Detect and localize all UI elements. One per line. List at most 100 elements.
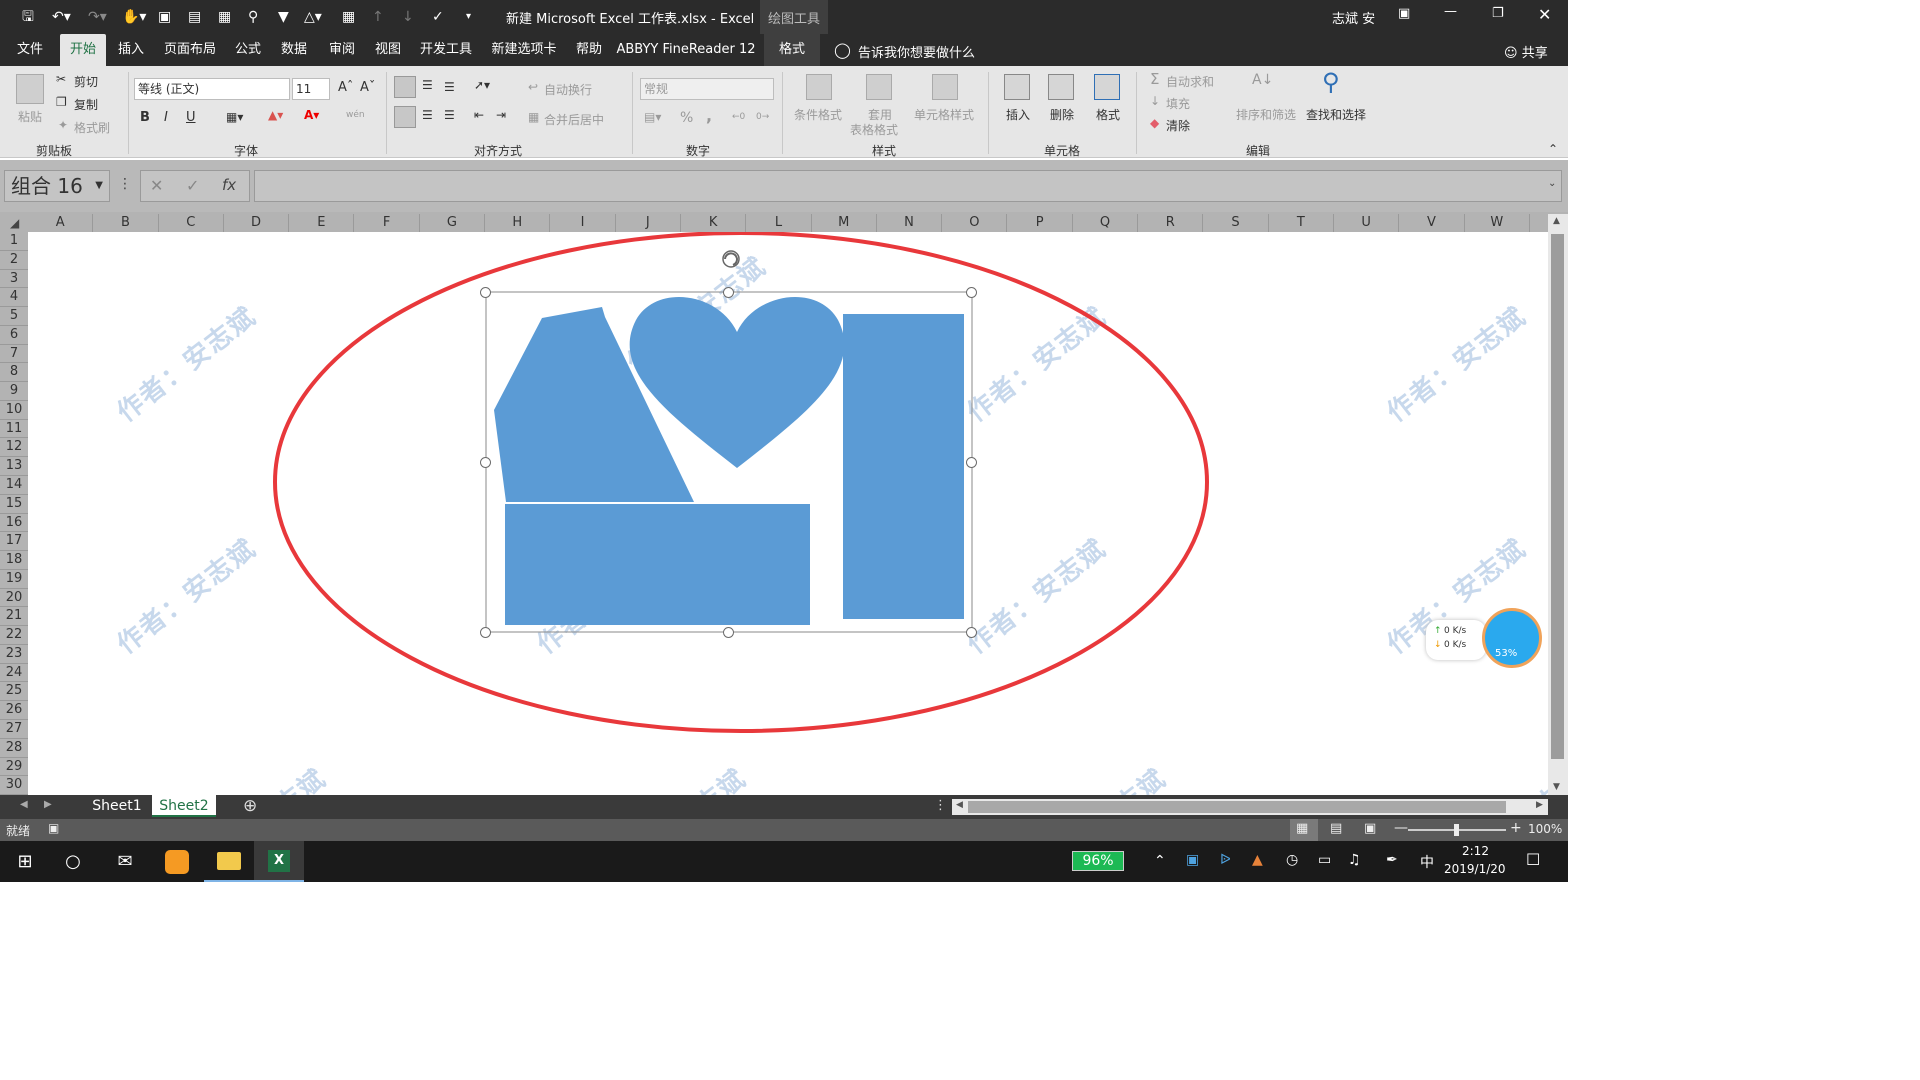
font-size-select[interactable]: 11 bbox=[292, 78, 330, 100]
insert-cells-button[interactable]: 插入 bbox=[1006, 106, 1030, 123]
row-header[interactable]: 10 bbox=[0, 401, 28, 420]
column-header[interactable]: O bbox=[942, 214, 1008, 232]
comma-button[interactable]: , bbox=[706, 106, 712, 125]
tab-abbyy[interactable]: ABBYY FineReader 12 bbox=[616, 34, 756, 66]
table-format-icon[interactable] bbox=[866, 74, 892, 100]
column-header[interactable]: W bbox=[1465, 214, 1530, 232]
column-header[interactable]: J bbox=[616, 214, 681, 232]
rotate-handle-icon[interactable] bbox=[724, 252, 738, 266]
increase-indent-icon[interactable]: ⇥ bbox=[496, 108, 506, 122]
row-header[interactable]: 2 bbox=[0, 251, 28, 270]
row-header[interactable]: 21 bbox=[0, 607, 28, 627]
user-name[interactable]: 志斌 安 bbox=[1332, 8, 1375, 27]
volume-icon[interactable]: ♫ bbox=[1348, 852, 1361, 868]
resize-handle[interactable] bbox=[480, 457, 491, 468]
row-header[interactable]: 12 bbox=[0, 438, 28, 458]
sort-desc-icon[interactable]: ↓ bbox=[402, 8, 414, 26]
camera-icon[interactable]: ▣ bbox=[158, 8, 171, 26]
find-select-icon[interactable]: ⚲ bbox=[1322, 68, 1340, 96]
cell-styles-button[interactable]: 单元格样式 bbox=[914, 106, 974, 123]
copy-icon[interactable]: ❐ bbox=[56, 95, 67, 109]
accelerator-ball-icon[interactable]: 53% bbox=[1482, 608, 1542, 668]
tab-developer[interactable]: 开发工具 bbox=[414, 34, 478, 66]
row-header[interactable]: 22 bbox=[0, 626, 28, 645]
autosum-button[interactable]: 自动求和 bbox=[1166, 73, 1214, 90]
orange-app-icon[interactable] bbox=[152, 841, 202, 882]
horizontal-scrollbar[interactable]: ◀ ▶ bbox=[952, 799, 1548, 815]
chevron-down-icon[interactable]: ▼ bbox=[95, 171, 103, 201]
zoom-level[interactable]: 100% bbox=[1528, 822, 1562, 836]
column-header[interactable]: K bbox=[681, 214, 747, 232]
normal-view-icon[interactable]: ▦ bbox=[1296, 821, 1308, 836]
tab-home[interactable]: 开始 bbox=[60, 34, 106, 66]
filter-icon[interactable]: ▼ bbox=[278, 8, 289, 26]
delete-cells-button[interactable]: 删除 bbox=[1050, 106, 1074, 123]
collapse-ribbon-icon[interactable]: ⌃ bbox=[1548, 142, 1558, 156]
wifi-icon[interactable]: ◷ bbox=[1286, 852, 1298, 868]
cell-styles-icon[interactable] bbox=[932, 74, 958, 100]
worksheet[interactable]: 作者：安志斌 作者：安志斌 作者：安志斌 作者：安志斌 作者：安志斌 作者：安志… bbox=[28, 232, 1568, 882]
format-cells-button[interactable]: 格式 bbox=[1096, 106, 1120, 123]
row-header[interactable]: 3 bbox=[0, 270, 28, 289]
resize-handle[interactable] bbox=[480, 287, 491, 298]
number-format-select[interactable]: 常规 bbox=[640, 78, 774, 100]
spellcheck-icon[interactable]: ✓ bbox=[432, 8, 444, 26]
column-header[interactable]: P bbox=[1008, 214, 1073, 232]
tab-file[interactable]: 文件 bbox=[8, 34, 52, 66]
row-header[interactable]: 17 bbox=[0, 532, 28, 552]
decrease-indent-icon[interactable]: ⇤ bbox=[474, 108, 484, 122]
column-header[interactable]: F bbox=[355, 214, 420, 232]
column-header[interactable]: S bbox=[1203, 214, 1269, 232]
row-header[interactable]: 25 bbox=[0, 682, 28, 702]
column-header[interactable]: B bbox=[93, 214, 159, 232]
cancel-icon[interactable]: ✕ bbox=[150, 176, 163, 195]
scroll-right-icon[interactable]: ▶ bbox=[1536, 800, 1543, 810]
clock-date[interactable]: 2019/1/20 bbox=[1444, 862, 1506, 876]
bluetooth-icon[interactable]: ᐉ bbox=[1220, 852, 1231, 868]
undo-icon[interactable]: ↶▾ bbox=[52, 8, 71, 26]
scroll-left-icon[interactable]: ◀ bbox=[956, 800, 963, 810]
border-icon[interactable]: ▦▾ bbox=[226, 110, 243, 124]
tab-formulas[interactable]: 公式 bbox=[228, 34, 268, 66]
select-all-icon[interactable]: ◢ bbox=[10, 216, 19, 230]
scroll-down-icon[interactable]: ▼ bbox=[1553, 782, 1560, 792]
insert-function-button[interactable]: fx bbox=[222, 176, 236, 194]
tray-shield-icon[interactable]: ▲ bbox=[1252, 852, 1263, 868]
name-box[interactable]: 组合 16 ▼ bbox=[4, 170, 110, 202]
macro-record-icon[interactable]: ▣ bbox=[48, 821, 59, 835]
row-header[interactable]: 13 bbox=[0, 457, 28, 476]
increase-decimal-icon[interactable]: ←0 bbox=[732, 112, 745, 122]
file-explorer-icon[interactable] bbox=[204, 841, 254, 882]
next-sheet-icon[interactable]: ▶ bbox=[44, 799, 52, 810]
h-scroll-thumb[interactable] bbox=[968, 801, 1506, 813]
row-header[interactable]: 20 bbox=[0, 589, 28, 608]
scroll-thumb[interactable] bbox=[1551, 234, 1564, 759]
resize-handle[interactable] bbox=[480, 627, 491, 638]
battery-percent[interactable]: 96% bbox=[1072, 851, 1124, 871]
tab-insert[interactable]: 插入 bbox=[110, 34, 152, 66]
wrap-text-icon[interactable]: ↩ bbox=[528, 80, 538, 94]
row-header[interactable]: 23 bbox=[0, 645, 28, 664]
clock-time[interactable]: 2:12 bbox=[1462, 844, 1489, 858]
underline-button[interactable]: U bbox=[186, 110, 196, 125]
sort-asc-icon[interactable]: ↑ bbox=[372, 8, 384, 26]
tab-new[interactable]: 新建选项卡 bbox=[486, 34, 562, 66]
row-header[interactable]: 6 bbox=[0, 326, 28, 345]
scroll-up-icon[interactable]: ▲ bbox=[1553, 216, 1560, 226]
orientation-icon[interactable]: ➚▾ bbox=[474, 78, 490, 92]
italic-button[interactable]: I bbox=[164, 110, 168, 125]
column-header[interactable]: V bbox=[1399, 214, 1465, 232]
row-header[interactable]: 14 bbox=[0, 476, 28, 495]
delete-cells-icon[interactable] bbox=[1048, 74, 1074, 100]
column-header[interactable]: C bbox=[159, 214, 224, 232]
row-header[interactable]: 5 bbox=[0, 307, 28, 326]
wrap-text-button[interactable]: 自动换行 bbox=[544, 81, 592, 98]
tray-app-icon[interactable]: ▣ bbox=[1186, 852, 1199, 868]
sheet-tab-sheet1[interactable]: Sheet1 bbox=[84, 795, 150, 817]
row-header[interactable]: 7 bbox=[0, 345, 28, 364]
font-color-icon[interactable]: A▾ bbox=[304, 108, 319, 122]
grow-font-icon[interactable]: Aˆ bbox=[338, 80, 353, 95]
tall-rectangle-shape[interactable] bbox=[843, 314, 964, 619]
touch-mode-icon[interactable]: ✋▾ bbox=[122, 8, 146, 26]
align-center-icon[interactable]: ☰ bbox=[422, 108, 433, 122]
